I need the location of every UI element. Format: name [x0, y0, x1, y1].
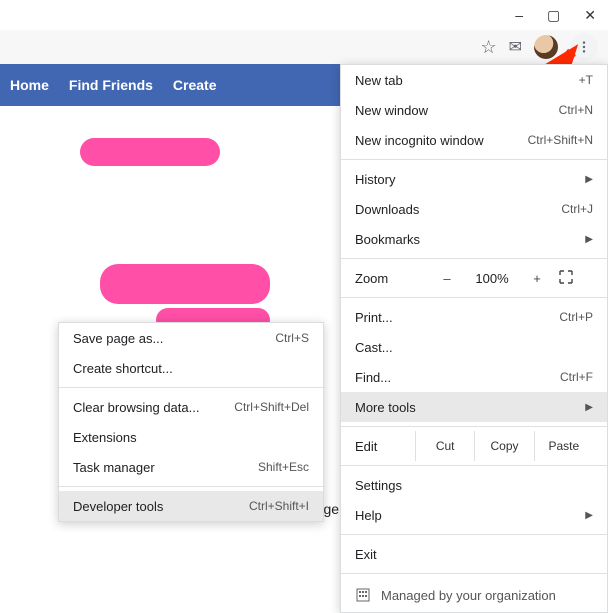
menu-label: Edit: [355, 439, 415, 454]
chat-bubble: [100, 264, 270, 304]
menu-find[interactable]: Find... Ctrl+F: [341, 362, 607, 392]
menu-label: History: [355, 172, 585, 187]
chevron-right-icon: ▶: [585, 234, 593, 245]
window-controls: – ▢ ✕: [515, 0, 608, 30]
menu-label: Print...: [355, 310, 559, 325]
menu-help[interactable]: Help ▶: [341, 500, 607, 530]
menu-label: Save page as...: [73, 331, 275, 346]
menu-shortcut: Ctrl+Shift+Del: [234, 400, 309, 414]
building-icon: [355, 587, 371, 603]
menu-shortcut: Ctrl+J: [561, 202, 593, 216]
menu-shortcut: Ctrl+Shift+I: [249, 499, 309, 513]
menu-label: Cast...: [355, 340, 593, 355]
menu-label: Managed by your organization: [381, 588, 556, 603]
menu-shortcut: Ctrl+Shift+N: [528, 133, 593, 147]
bookmark-star-icon[interactable]: ☆: [480, 37, 496, 58]
menu-zoom: Zoom – 100% +: [341, 263, 607, 293]
submenu-save-page[interactable]: Save page as... Ctrl+S: [59, 323, 323, 353]
menu-shortcut: Ctrl+F: [560, 370, 593, 384]
mail-icon[interactable]: ✉: [509, 37, 522, 57]
menu-label: Clear browsing data...: [73, 400, 234, 415]
window-minimize-button[interactable]: –: [515, 7, 523, 23]
menu-label: Task manager: [73, 460, 258, 475]
menu-label: New tab: [355, 73, 579, 88]
zoom-out-button[interactable]: –: [435, 271, 459, 286]
profile-avatar[interactable]: [534, 35, 558, 59]
zoom-percent: 100%: [469, 271, 515, 286]
chrome-menu-button[interactable]: [570, 33, 598, 61]
menu-shortcut: Ctrl+P: [559, 310, 593, 324]
chrome-main-menu: New tab +T New window Ctrl+N New incogni…: [340, 64, 608, 613]
menu-label: More tools: [355, 400, 585, 415]
edit-paste-button[interactable]: Paste: [534, 431, 593, 461]
nav-find-friends[interactable]: Find Friends: [69, 77, 153, 93]
menu-shortcut: +T: [579, 73, 593, 87]
nav-home[interactable]: Home: [10, 77, 49, 93]
menu-edit: Edit Cut Copy Paste: [341, 431, 607, 461]
menu-cast[interactable]: Cast...: [341, 332, 607, 362]
menu-print[interactable]: Print... Ctrl+P: [341, 302, 607, 332]
menu-label: New incognito window: [355, 133, 528, 148]
menu-label: Help: [355, 508, 585, 523]
menu-history[interactable]: History ▶: [341, 164, 607, 194]
submenu-extensions[interactable]: Extensions: [59, 422, 323, 452]
menu-shortcut: Ctrl+N: [559, 103, 593, 117]
fullscreen-button[interactable]: [559, 270, 577, 287]
menu-label: Downloads: [355, 202, 561, 217]
fullscreen-icon: [559, 270, 573, 284]
nav-create[interactable]: Create: [173, 77, 217, 93]
menu-label: Developer tools: [73, 499, 249, 514]
zoom-in-button[interactable]: +: [525, 271, 549, 286]
menu-new-window[interactable]: New window Ctrl+N: [341, 95, 607, 125]
menu-new-tab[interactable]: New tab +T: [341, 65, 607, 95]
menu-settings[interactable]: Settings: [341, 470, 607, 500]
menu-exit[interactable]: Exit: [341, 539, 607, 569]
edit-copy-button[interactable]: Copy: [474, 431, 533, 461]
submenu-create-shortcut[interactable]: Create shortcut...: [59, 353, 323, 383]
menu-more-tools[interactable]: More tools ▶: [341, 392, 607, 422]
menu-label: Extensions: [73, 430, 309, 445]
chevron-right-icon: ▶: [585, 510, 593, 521]
menu-shortcut: Ctrl+S: [275, 331, 309, 345]
submenu-developer-tools[interactable]: Developer tools Ctrl+Shift+I: [59, 491, 323, 521]
more-tools-submenu: Save page as... Ctrl+S Create shortcut..…: [58, 322, 324, 522]
kebab-icon: [577, 40, 591, 54]
chat-bubble: [80, 138, 220, 166]
submenu-clear-browsing-data[interactable]: Clear browsing data... Ctrl+Shift+Del: [59, 392, 323, 422]
window-maximize-button[interactable]: ▢: [547, 7, 560, 24]
chevron-right-icon: ▶: [585, 174, 593, 185]
menu-label: Create shortcut...: [73, 361, 309, 376]
window-close-button[interactable]: ✕: [584, 7, 596, 24]
menu-label: New window: [355, 103, 559, 118]
menu-downloads[interactable]: Downloads Ctrl+J: [341, 194, 607, 224]
menu-bookmarks[interactable]: Bookmarks ▶: [341, 224, 607, 254]
menu-label: Exit: [355, 547, 593, 562]
edit-cut-button[interactable]: Cut: [415, 431, 474, 461]
menu-label: Zoom: [355, 271, 425, 286]
browser-toolbar: ☆ ✉: [0, 30, 608, 64]
chevron-right-icon: ▶: [585, 402, 593, 413]
menu-shortcut: Shift+Esc: [258, 460, 309, 474]
menu-managed-by-org[interactable]: Managed by your organization: [341, 578, 607, 612]
menu-label: Settings: [355, 478, 593, 493]
submenu-task-manager[interactable]: Task manager Shift+Esc: [59, 452, 323, 482]
menu-label: Find...: [355, 370, 560, 385]
menu-label: Bookmarks: [355, 232, 585, 247]
menu-new-incognito[interactable]: New incognito window Ctrl+Shift+N: [341, 125, 607, 155]
